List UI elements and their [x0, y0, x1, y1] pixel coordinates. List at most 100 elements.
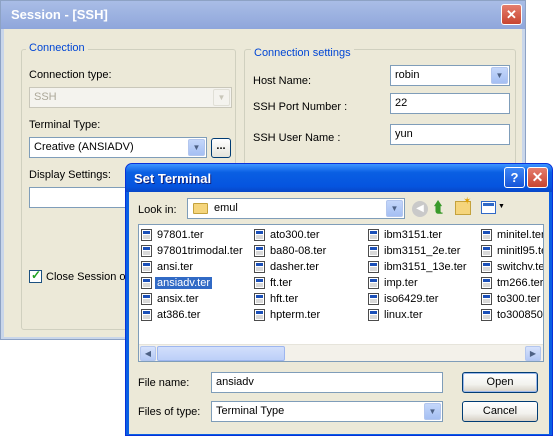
- chevron-down-icon[interactable]: ▼: [424, 403, 441, 420]
- file-item-label: dasher.ter: [270, 261, 319, 273]
- file-item-label: ibm3151_2e.ter: [384, 245, 461, 257]
- file-item[interactable]: ansiadv.ter: [141, 275, 253, 291]
- scroll-left-icon[interactable]: ◀: [140, 346, 156, 361]
- file-item-label: ansi.ter: [157, 261, 194, 273]
- file-item[interactable]: 97801.ter: [141, 227, 253, 243]
- file-item[interactable]: ft.ter: [254, 275, 366, 291]
- user-name-field[interactable]: yun: [390, 124, 510, 145]
- file-item[interactable]: iso6429.ter: [368, 291, 480, 307]
- back-icon[interactable]: ◀: [412, 201, 428, 217]
- scroll-thumb[interactable]: [157, 346, 285, 361]
- session-close-button[interactable]: ✕: [501, 4, 522, 25]
- port-field[interactable]: 22: [390, 93, 510, 114]
- terminal-type-label: Terminal Type:: [29, 119, 101, 131]
- file-item[interactable]: ibm3151_13e.ter: [368, 259, 480, 275]
- file-item[interactable]: at386.ter: [141, 307, 253, 323]
- terminal-file-icon: [481, 245, 492, 258]
- file-item-label: ansiadv.ter: [155, 277, 212, 289]
- terminal-file-icon: [368, 309, 379, 322]
- file-item[interactable]: tm266.ter: [481, 275, 544, 291]
- chevron-down-icon[interactable]: ▼: [188, 139, 205, 156]
- file-item[interactable]: switchv.ter: [481, 259, 544, 275]
- file-item-label: tm266.ter: [497, 277, 544, 289]
- close-icon: ✕: [506, 7, 517, 22]
- up-folder-icon[interactable]: ⮬: [434, 199, 450, 217]
- file-item-label: to300.ter: [497, 293, 541, 305]
- terminal-file-icon: [481, 229, 492, 242]
- file-item-label: ft.ter: [270, 277, 293, 289]
- horizontal-scrollbar[interactable]: ◀ ▶: [139, 344, 543, 361]
- folder-icon: [193, 203, 208, 214]
- set-terminal-close-button[interactable]: ✕: [527, 167, 548, 188]
- file-item[interactable]: to300.ter: [481, 291, 543, 307]
- file-item-label: hpterm.ter: [270, 309, 321, 321]
- file-item[interactable]: to300850: [481, 307, 543, 323]
- terminal-type-value: Creative (ANSIADV): [34, 141, 134, 153]
- file-item-label: switchv.ter: [497, 261, 544, 273]
- terminal-file-icon: [481, 261, 492, 274]
- file-item[interactable]: ba80-08.ter: [254, 243, 366, 259]
- file-item[interactable]: ibm3151.ter: [368, 227, 480, 243]
- file-name-label: File name:: [138, 377, 190, 389]
- file-item[interactable]: linux.ter: [368, 307, 480, 323]
- terminal-browse-button[interactable]: ...: [211, 138, 231, 158]
- connection-type-label: Connection type:: [29, 69, 112, 81]
- close-session-checkbox[interactable]: ✓: [29, 268, 42, 283]
- open-label: Open: [486, 376, 514, 388]
- chevron-down-icon[interactable]: ▼: [491, 67, 508, 84]
- terminal-file-icon: [254, 261, 265, 274]
- display-settings-field[interactable]: [29, 187, 129, 208]
- file-item[interactable]: hft.ter: [254, 291, 366, 307]
- file-item-label: at386.ter: [157, 309, 201, 321]
- file-item-label: to300850: [497, 309, 543, 321]
- file-item-label: ba80-08.ter: [270, 245, 327, 257]
- help-icon: ?: [510, 170, 519, 185]
- terminal-type-combo[interactable]: Creative (ANSIADV) ▼: [29, 137, 207, 158]
- view-menu-icon[interactable]: ▼: [481, 200, 505, 217]
- file-item[interactable]: dasher.ter: [254, 259, 366, 275]
- file-type-value: Terminal Type: [216, 405, 285, 417]
- file-type-combo[interactable]: Terminal Type ▼: [211, 401, 443, 422]
- terminal-file-icon: [141, 229, 152, 242]
- file-item[interactable]: minitl95.ter: [481, 243, 543, 259]
- file-item[interactable]: imp.ter: [368, 275, 480, 291]
- connection-type-combo[interactable]: SSH ▼: [29, 87, 232, 108]
- file-name-field[interactable]: ansiadv: [211, 372, 443, 393]
- port-label: SSH Port Number :: [253, 101, 348, 113]
- look-in-combo[interactable]: emul ▼: [187, 198, 405, 219]
- cancel-button[interactable]: Cancel: [462, 401, 538, 422]
- terminal-file-icon: [368, 261, 379, 274]
- file-item[interactable]: ansix.ter: [141, 291, 253, 307]
- file-item[interactable]: minitel.ter: [481, 227, 543, 243]
- terminal-file-icon: [368, 245, 379, 258]
- file-item[interactable]: hpterm.ter: [254, 307, 366, 323]
- file-item[interactable]: ibm3151_2e.ter: [368, 243, 480, 259]
- file-list[interactable]: 97801.ter 97801trimodal.ter ansi.ter ansiad…: [138, 224, 544, 362]
- terminal-file-icon: [141, 309, 152, 322]
- open-button[interactable]: Open: [462, 372, 538, 393]
- host-name-combo[interactable]: robin ▼: [390, 65, 510, 86]
- chevron-down-icon[interactable]: ▼: [386, 200, 403, 217]
- browse-label: ...: [216, 140, 226, 152]
- help-button[interactable]: ?: [504, 167, 525, 188]
- session-titlebar[interactable]: Session - [SSH]: [1, 1, 525, 29]
- new-folder-icon[interactable]: ✶: [455, 196, 471, 215]
- scroll-right-icon[interactable]: ▶: [525, 346, 541, 361]
- set-terminal-titlebar[interactable]: Set Terminal: [126, 164, 552, 192]
- file-item[interactable]: ato300.ter: [254, 227, 366, 243]
- file-item[interactable]: ansi.ter: [141, 259, 253, 275]
- file-item[interactable]: 97801trimodal.ter: [141, 243, 253, 259]
- chevron-down-icon[interactable]: ▼: [213, 89, 230, 106]
- port-value: 22: [395, 97, 408, 109]
- terminal-file-icon: [481, 309, 492, 322]
- user-name-value: yun: [395, 128, 413, 140]
- file-item-label: hft.ter: [270, 293, 299, 305]
- cancel-label: Cancel: [482, 405, 518, 417]
- set-terminal-dialog: Set Terminal ? ✕ Look in: emul ▼ ◀ ⮬ ✶ ▼…: [125, 163, 553, 436]
- file-name-value: ansiadv: [216, 376, 254, 388]
- host-name-label: Host Name:: [253, 75, 312, 87]
- file-item-label: ansix.ter: [157, 293, 199, 305]
- terminal-file-icon: [368, 277, 379, 290]
- terminal-file-icon: [481, 293, 492, 306]
- terminal-file-icon: [368, 293, 379, 306]
